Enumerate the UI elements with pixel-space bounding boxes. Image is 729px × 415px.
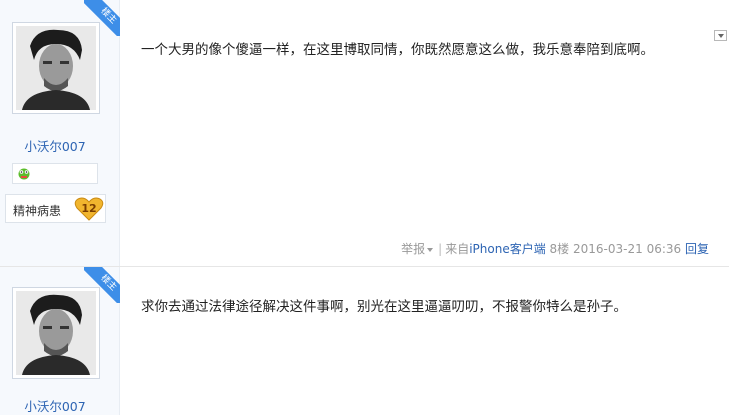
post-meta: 举报 | 来自iPhone客户端 8楼 2016-03-21 06:36 回复 — [401, 240, 709, 257]
author-sidebar: 小沃尔007 精神病患 12 楼主 — [0, 0, 120, 266]
post-content: 求你去通过法律途径解决这件事啊，别光在这里逼逼叨叨，不报警你特么是孙子。 — [141, 299, 627, 315]
level-icon-box — [12, 163, 98, 184]
source-prefix: 来自 — [445, 242, 470, 256]
post-time: 2016-03-21 06:36 — [573, 242, 682, 256]
gold-heart-level-icon: 12 — [74, 197, 104, 225]
avatar-image — [16, 291, 96, 375]
post-floor-8: 小沃尔007 精神病患 12 楼主 一个大男的像个傻逼一样，在这里博取同情，你既… — [0, 0, 729, 266]
reply-link[interactable]: 回复 — [685, 242, 709, 256]
op-badge: 楼主 — [84, 267, 120, 303]
username-link[interactable]: 小沃尔007 — [0, 136, 110, 155]
dropdown-arrow-icon[interactable] — [714, 30, 727, 41]
user-tag-box: 精神病患 12 — [5, 194, 106, 223]
client-link[interactable]: iPhone客户端 — [469, 242, 546, 256]
username-link[interactable]: 小沃尔007 — [0, 396, 110, 415]
op-badge-label: 楼主 — [84, 267, 120, 303]
divider: | — [438, 242, 443, 256]
op-badge-label: 楼主 — [84, 0, 120, 36]
author-sidebar: 小沃尔007 楼主 — [0, 267, 120, 415]
op-badge: 楼主 — [84, 0, 120, 36]
user-tag: 精神病患 — [13, 204, 62, 218]
avatar-image — [16, 26, 96, 110]
post-next: 小沃尔007 楼主 求你去通过法律途径解决这件事啊，别光在这里逼逼叨叨，不报警你… — [0, 266, 729, 415]
report-link[interactable]: 举报 — [401, 242, 425, 256]
floor-number: 8楼 — [549, 242, 570, 256]
post-content: 一个大男的像个傻逼一样，在这里博取同情，你既然愿意这么做，我乐意奉陪到底啊。 — [141, 42, 654, 58]
caret-down-icon[interactable] — [427, 247, 434, 252]
green-frog-icon[interactable] — [17, 167, 31, 185]
level-number: 12 — [81, 202, 96, 215]
